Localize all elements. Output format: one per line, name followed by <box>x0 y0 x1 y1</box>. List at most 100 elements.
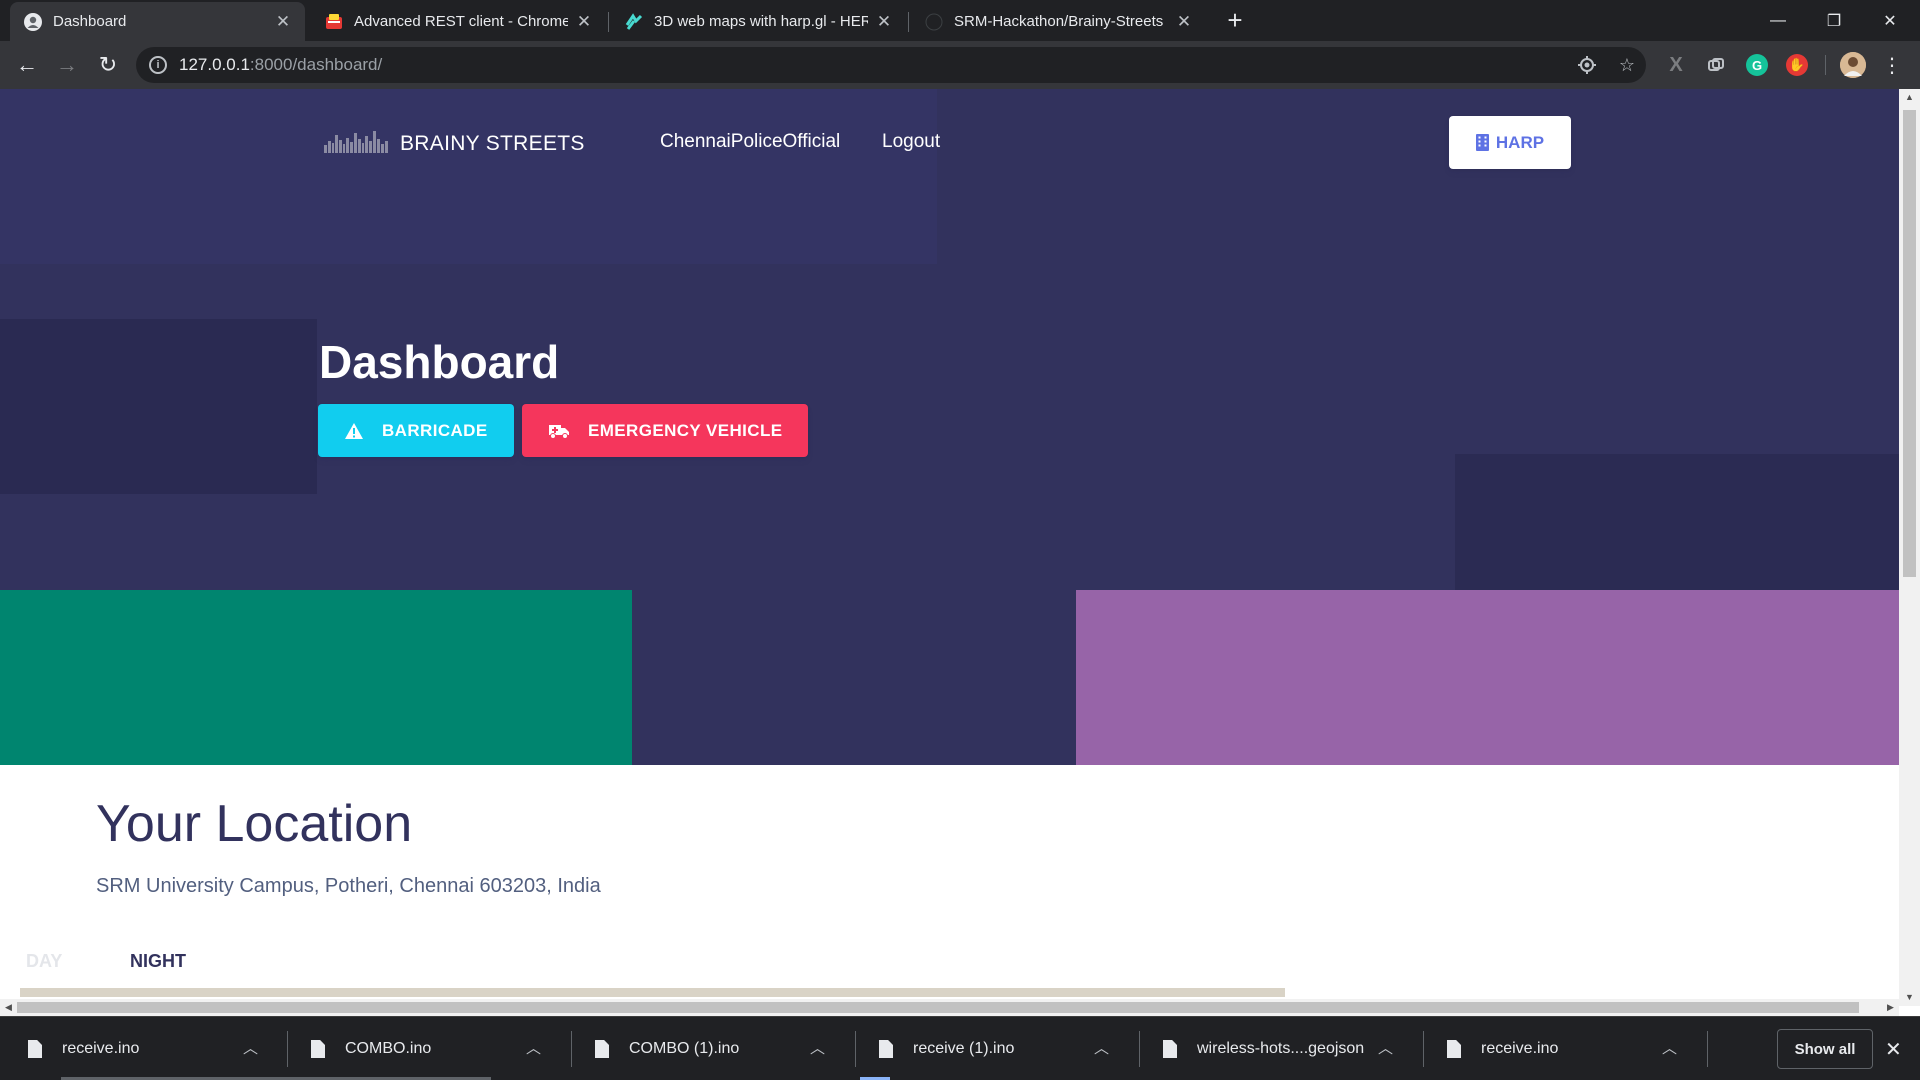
download-item[interactable]: COMBO.ino ︿ <box>283 1017 567 1080</box>
tab-separator <box>608 12 609 32</box>
file-icon <box>1447 1040 1461 1058</box>
download-filename: receive.ino <box>62 1040 140 1057</box>
scroll-down-arrow-icon[interactable]: ▼ <box>1899 989 1920 1006</box>
page-title: Dashboard <box>319 336 560 388</box>
new-tab-button[interactable]: + <box>1221 6 1249 34</box>
adblock-hand-icon[interactable]: ✋ <box>1786 54 1808 76</box>
site-info-icon[interactable]: i <box>149 56 167 74</box>
download-item[interactable]: receive.ino ︿ <box>0 1017 284 1080</box>
teal-decorative-block <box>0 590 632 765</box>
download-filename: COMBO (1).ino <box>629 1040 740 1057</box>
vertical-scrollbar[interactable]: ▲ ▼ <box>1899 89 1920 1006</box>
vertical-scroll-thumb[interactable] <box>1903 110 1916 577</box>
close-tab-icon[interactable]: ✕ <box>275 12 291 32</box>
page-viewport: BRAINY STREETS ChennaiPoliceOfficial Log… <box>0 89 1920 1016</box>
restore-button[interactable]: ❐ <box>1806 0 1862 41</box>
chevron-up-icon[interactable]: ︿ <box>1378 1037 1393 1058</box>
grammarly-icon[interactable]: G <box>1746 54 1768 76</box>
chevron-up-icon[interactable]: ︿ <box>243 1037 258 1058</box>
harp-button[interactable]: HARP <box>1449 116 1571 169</box>
tab-day[interactable]: DAY <box>26 951 62 972</box>
toolbar-separator <box>1825 55 1826 75</box>
show-all-downloads-button[interactable]: Show all <box>1777 1029 1873 1069</box>
minimize-button[interactable]: — <box>1750 0 1806 41</box>
download-filename: wireless-hots....geojson <box>1197 1040 1365 1057</box>
file-icon <box>28 1040 42 1058</box>
tab-night[interactable]: NIGHT <box>130 951 186 972</box>
nav-logout-link[interactable]: Logout <box>882 131 940 153</box>
chevron-up-icon[interactable]: ︿ <box>526 1037 541 1058</box>
tab-github-repo[interactable]: SRM-Hackathon/Brainy-Streets ✕ <box>911 2 1206 41</box>
extension-x-icon[interactable]: X <box>1665 54 1687 76</box>
downloads-bar: receive.ino ︿ COMBO.ino ︿ COMBO (1).ino … <box>0 1016 1920 1080</box>
purple-decorative-block <box>1076 590 1899 765</box>
address-bar[interactable]: i 127.0.0.1:8000/dashboard/ ☆ <box>136 47 1646 83</box>
building-icon <box>1475 134 1489 151</box>
ambulance-icon <box>548 423 570 439</box>
nav-user-link[interactable]: ChennaiPoliceOfficial <box>660 131 840 153</box>
emergency-vehicle-button[interactable]: EMERGENCY VEHICLE <box>522 404 809 457</box>
browser-menu-button[interactable]: ⋮ <box>1877 48 1907 82</box>
tab-strip: Dashboard ✕ Advanced REST client - Chrom… <box>0 0 1920 41</box>
chevron-up-icon[interactable]: ︿ <box>1662 1037 1677 1058</box>
city-skyline-logo-icon <box>324 129 388 159</box>
browser-toolbar: ← → ↻ i 127.0.0.1:8000/dashboard/ ☆ X G … <box>0 41 1920 89</box>
github-avatar-icon <box>24 12 42 31</box>
file-icon <box>595 1040 609 1058</box>
forward-arrow-icon: → <box>56 52 78 77</box>
tab-advanced-rest-client[interactable]: Advanced REST client - Chrome W ✕ <box>311 2 606 41</box>
close-downloads-bar-icon[interactable]: ✕ <box>1885 1037 1902 1062</box>
scroll-right-arrow-icon[interactable]: ▶ <box>1882 999 1899 1016</box>
url-text: 127.0.0.1:8000/dashboard/ <box>179 55 382 75</box>
back-arrow-icon: ← <box>16 52 38 77</box>
arc-icon <box>325 13 343 31</box>
horizontal-scroll-thumb[interactable] <box>17 1002 1859 1013</box>
chevron-up-icon[interactable]: ︿ <box>810 1037 825 1058</box>
tab-harp-gl[interactable]: 3D web maps with harp.gl - HERE ✕ <box>611 2 906 41</box>
chevron-up-icon[interactable]: ︿ <box>1094 1037 1109 1058</box>
here-icon <box>625 12 643 31</box>
extension-link-icon[interactable] <box>1705 54 1727 76</box>
reload-button[interactable]: ↻ <box>91 48 125 82</box>
barricade-button[interactable]: BARRICADE <box>318 404 514 457</box>
harp-button-label: HARP <box>1495 132 1545 152</box>
scroll-up-arrow-icon[interactable]: ▲ <box>1899 89 1920 106</box>
tab-title: 3D web maps with harp.gl - HERE <box>654 13 868 30</box>
barricade-button-label: BARRICADE <box>382 420 488 440</box>
warning-triangle-icon <box>344 422 364 440</box>
horizontal-scrollbar[interactable]: ◀ ▶ <box>0 999 1899 1016</box>
tab-title: SRM-Hackathon/Brainy-Streets <box>954 13 1164 30</box>
download-filename: receive.ino <box>1481 1040 1559 1057</box>
close-tab-icon[interactable]: ✕ <box>576 12 592 32</box>
map-container[interactable] <box>20 988 1285 997</box>
download-item[interactable]: wireless-hots....geojson ︿ <box>1135 1017 1419 1080</box>
file-icon <box>1163 1040 1177 1058</box>
close-tab-icon[interactable]: ✕ <box>876 12 892 32</box>
back-button[interactable]: ← <box>10 48 44 82</box>
forward-button[interactable]: → <box>50 48 84 82</box>
profile-avatar[interactable] <box>1840 52 1866 78</box>
tab-dashboard[interactable]: Dashboard ✕ <box>10 2 305 41</box>
close-tab-icon[interactable]: ✕ <box>1176 12 1192 32</box>
location-heading: Your Location <box>96 795 413 853</box>
brand-link[interactable]: BRAINY STREETS <box>324 129 585 159</box>
scroll-left-arrow-icon[interactable]: ◀ <box>0 999 17 1016</box>
download-item[interactable]: receive.ino ︿ <box>1419 1017 1703 1080</box>
reload-icon: ↻ <box>98 52 118 77</box>
close-window-button[interactable]: ✕ <box>1862 0 1918 41</box>
download-filename: COMBO.ino <box>345 1040 432 1057</box>
location-address: SRM University Campus, Potheri, Chennai … <box>96 875 601 897</box>
download-item[interactable]: receive (1).ino ︿ <box>851 1017 1135 1080</box>
location-target-icon[interactable] <box>1576 54 1598 76</box>
tab-title: Dashboard <box>53 13 127 30</box>
kebab-menu-icon: ⋮ <box>1882 54 1902 77</box>
download-item[interactable]: COMBO (1).ino ︿ <box>567 1017 851 1080</box>
site-header: BRAINY STREETS ChennaiPoliceOfficial Log… <box>0 89 1899 195</box>
download-filename: receive (1).ino <box>913 1040 1015 1057</box>
url-path: :8000/dashboard/ <box>249 55 383 74</box>
emergency-button-label: EMERGENCY VEHICLE <box>588 420 783 440</box>
bookmark-star-icon[interactable]: ☆ <box>1616 54 1638 76</box>
tab-separator <box>908 12 909 32</box>
file-icon <box>879 1040 893 1058</box>
decorative-shape <box>0 319 317 494</box>
